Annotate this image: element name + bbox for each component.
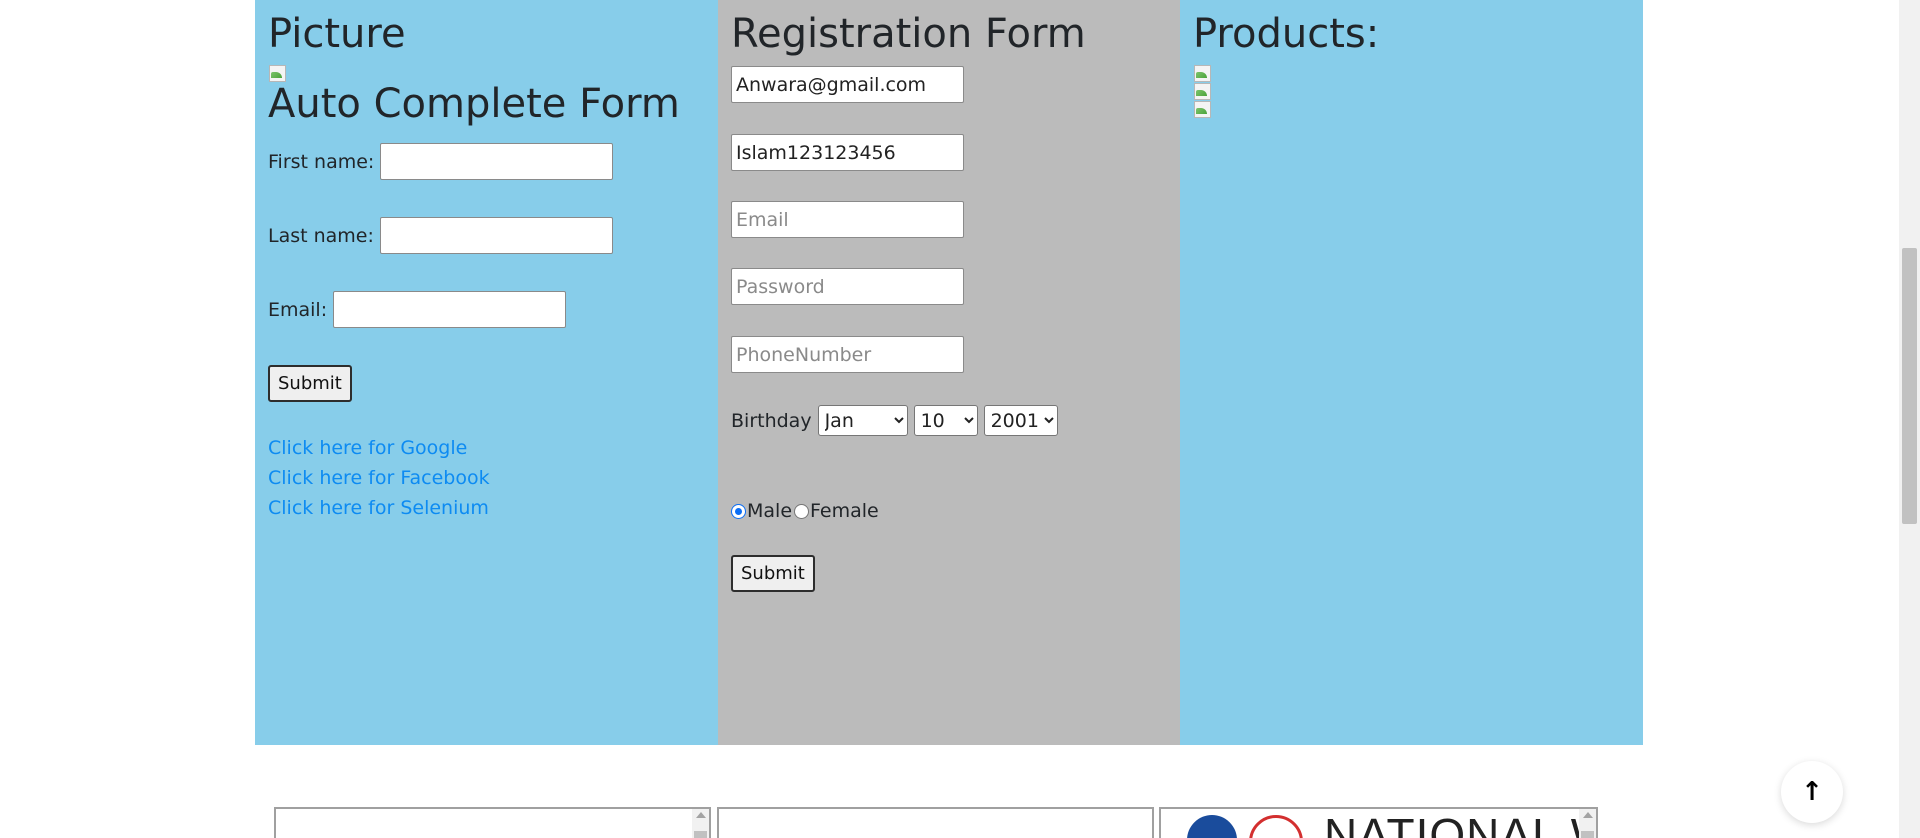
embedded-frame-1[interactable] <box>274 807 711 838</box>
weather-service-logo-icon <box>1249 815 1303 838</box>
last-name-row: Last name: <box>268 217 613 254</box>
product-image-icon <box>1193 100 1212 118</box>
phone-number-input[interactable] <box>731 336 964 373</box>
registration-panel: Registration Form Birthday Jan 10 2001 M… <box>718 0 1180 745</box>
male-radio[interactable] <box>731 503 746 519</box>
embedded-frame-2[interactable] <box>717 807 1154 838</box>
product-image-icon <box>1193 64 1212 82</box>
frame-scrollbar[interactable] <box>1579 809 1596 838</box>
first-name-input[interactable] <box>380 143 614 180</box>
page-scrollbar-thumb[interactable] <box>1902 248 1917 524</box>
last-name-input[interactable] <box>379 217 613 254</box>
birthday-month-select[interactable]: Jan <box>817 405 908 436</box>
female-radio[interactable] <box>794 503 810 519</box>
picture-heading: Picture <box>268 11 406 57</box>
selenium-link[interactable]: Click here for Selenium <box>268 493 490 523</box>
email-label: Email: <box>268 298 328 321</box>
password-input[interactable] <box>731 268 964 305</box>
products-panel: Products: <box>1180 0 1643 745</box>
link-list: Click here for Google Click here for Fac… <box>268 433 490 523</box>
registration-email-filled-input[interactable] <box>731 66 964 103</box>
first-name-label: First name: <box>268 150 375 173</box>
registration-heading: Registration Form <box>731 11 1086 57</box>
birthday-row: Birthday Jan 10 2001 <box>731 405 1058 436</box>
email-row: Email: <box>268 291 567 328</box>
google-link[interactable]: Click here for Google <box>268 433 490 463</box>
last-name-label: Last name: <box>268 224 374 247</box>
email-input[interactable] <box>731 201 964 238</box>
registration-password-filled-input[interactable] <box>731 134 964 171</box>
scroll-to-top-button[interactable]: ↑ <box>1781 761 1843 823</box>
birthday-label: Birthday <box>731 409 812 432</box>
first-name-row: First name: <box>268 143 614 180</box>
left-panel: Picture Auto Complete Form First name: L… <box>255 0 718 745</box>
embedded-frame-3[interactable]: NATIONAL W <box>1159 807 1598 838</box>
birthday-year-select[interactable]: 2001 <box>983 405 1058 436</box>
facebook-link[interactable]: Click here for Facebook <box>268 463 490 493</box>
birthday-day-select[interactable]: 10 <box>913 405 978 436</box>
female-label: Female <box>810 500 879 522</box>
page: Picture Auto Complete Form First name: L… <box>0 0 1920 838</box>
product-image-icon <box>1193 82 1212 100</box>
arrow-up-icon: ↑ <box>1801 777 1823 807</box>
products-heading: Products: <box>1193 11 1380 57</box>
autocomplete-submit-button[interactable]: Submit <box>268 365 352 402</box>
noaa-logo-icon <box>1187 815 1237 838</box>
broken-image-icon <box>268 64 287 82</box>
page-scrollbar[interactable] <box>1899 0 1920 838</box>
frame-3-title: NATIONAL W <box>1324 809 1598 838</box>
email-field[interactable] <box>333 291 567 328</box>
gender-row: Male Female <box>731 500 879 522</box>
frame-scrollbar[interactable] <box>692 809 709 838</box>
autocomplete-heading: Auto Complete Form <box>268 81 680 127</box>
male-label: Male <box>747 500 793 522</box>
registration-submit-button[interactable]: Submit <box>731 555 815 592</box>
